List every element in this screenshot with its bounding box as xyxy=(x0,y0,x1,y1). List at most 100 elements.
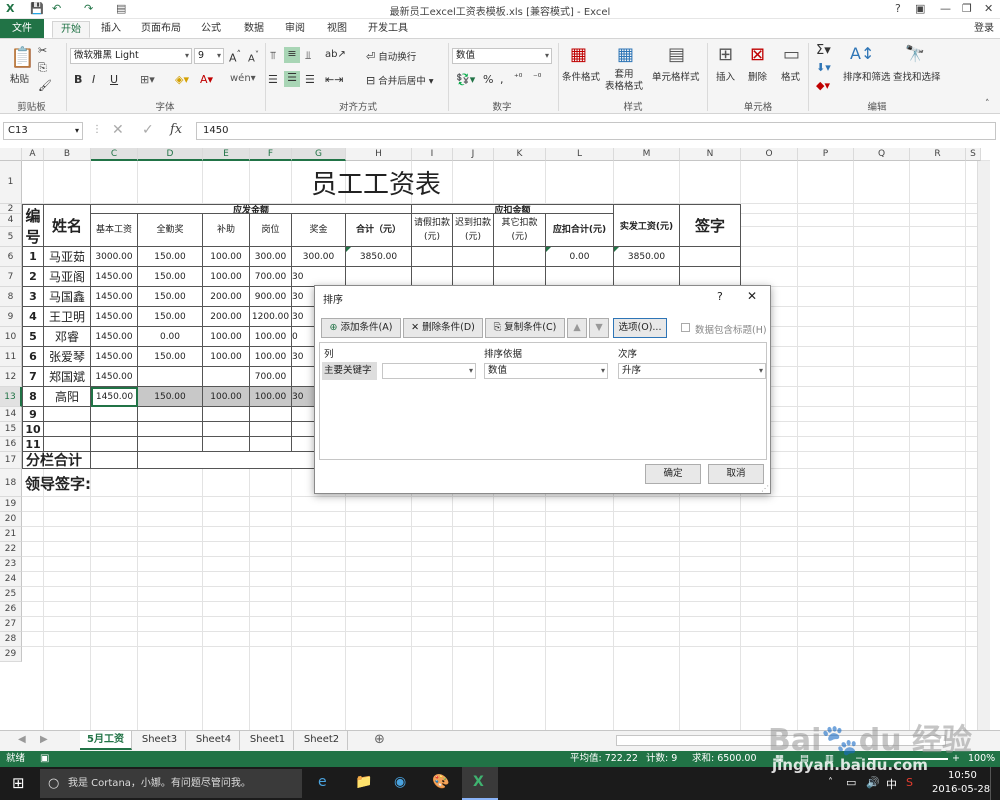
sort-column-select[interactable]: ▾ xyxy=(382,363,476,379)
subtotal-cell[interactable] xyxy=(91,452,138,469)
row-header-2[interactable]: 2 xyxy=(0,204,22,214)
cortana-search-box[interactable]: ○ 我是 Cortana，小娜。有问题尽管问我。 xyxy=(40,769,302,798)
data-cell[interactable]: 300.00 xyxy=(292,247,346,267)
data-cell[interactable]: 1450.00 xyxy=(91,267,138,287)
row-header-20[interactable]: 20 xyxy=(0,512,22,527)
subheader-4[interactable]: 奖金 xyxy=(292,214,346,247)
data-cell[interactable]: 100.00 xyxy=(203,247,250,267)
employee-name[interactable] xyxy=(44,407,91,422)
employee-id[interactable]: 7 xyxy=(22,367,44,387)
row-header-18[interactable]: 18 xyxy=(0,469,22,497)
format-table-icon[interactable]: ▦ xyxy=(617,44,634,65)
data-cell[interactable] xyxy=(250,422,292,437)
conditional-format-button[interactable]: 条件格式 xyxy=(562,69,600,83)
data-cell[interactable]: 1450.00 xyxy=(91,387,138,407)
dialog-help-button[interactable]: ? xyxy=(717,290,723,303)
save-icon[interactable]: 💾 xyxy=(30,2,44,15)
data-cell[interactable]: 200.00 xyxy=(203,287,250,307)
fill-color-icon[interactable]: ◈▾ xyxy=(175,73,189,86)
paste-icon[interactable]: 📋 xyxy=(10,45,35,69)
delete-level-button[interactable]: ✕ 删除条件(D) xyxy=(403,318,483,338)
align-bottom-icon[interactable]: ⫫ xyxy=(305,49,311,63)
column-header-s[interactable]: S xyxy=(966,148,981,161)
options-button[interactable]: 选项(O)... xyxy=(613,318,667,338)
row-header-8[interactable]: 8 xyxy=(0,287,22,307)
subheader-0[interactable]: 基本工资 xyxy=(91,214,138,247)
taskbar-excel[interactable]: X xyxy=(462,767,498,800)
subheader-2[interactable]: 补助 xyxy=(203,214,250,247)
employee-id[interactable]: 3 xyxy=(22,287,44,307)
subheader-3[interactable]: 岗位 xyxy=(250,214,292,247)
macro-record-icon[interactable]: ▣ xyxy=(40,751,49,767)
data-cell[interactable] xyxy=(138,437,203,452)
data-cell[interactable] xyxy=(138,407,203,422)
clear-icon[interactable]: ◆▾ xyxy=(816,79,830,92)
resize-grip-icon[interactable]: ⋰ xyxy=(761,484,769,493)
employee-id[interactable]: 10 xyxy=(22,422,44,437)
tab-file[interactable]: 文件 xyxy=(0,19,44,38)
shrink-font-icon[interactable]: A˅ xyxy=(248,49,259,64)
sheet-tab-sheet2[interactable]: Sheet2 xyxy=(296,731,348,750)
data-cell[interactable] xyxy=(203,422,250,437)
tab-home[interactable]: 开始 xyxy=(52,21,90,38)
copy-icon[interactable]: ⎘ xyxy=(38,61,47,75)
insert-function-icon[interactable]: fx xyxy=(170,122,182,137)
restore-button[interactable]: ❐ xyxy=(962,2,972,15)
data-cell[interactable]: 700.00 xyxy=(250,367,292,387)
collapse-ribbon-icon[interactable]: ˄ xyxy=(985,99,990,109)
ribbon-display-icon[interactable]: ▣ xyxy=(915,2,925,15)
data-cell[interactable]: 1450.00 xyxy=(91,367,138,387)
row-header-25[interactable]: 25 xyxy=(0,587,22,602)
row-header-22[interactable]: 22 xyxy=(0,542,22,557)
data-cell[interactable] xyxy=(203,367,250,387)
redo-icon[interactable]: ↷ xyxy=(84,2,93,15)
data-cell[interactable] xyxy=(138,367,203,387)
data-cell[interactable]: 100.00 xyxy=(203,267,250,287)
data-cell[interactable] xyxy=(494,267,546,287)
employee-name[interactable]: 马国鑫 xyxy=(44,287,91,307)
column-header-m[interactable]: M xyxy=(614,148,680,161)
decrease-decimal-icon[interactable]: ⁻⁰ xyxy=(533,73,541,83)
row-header-14[interactable]: 14 xyxy=(0,407,22,422)
network-icon[interactable]: ▭ xyxy=(846,776,856,789)
windows-start-icon[interactable]: ⊞ xyxy=(12,774,25,792)
undo-icon[interactable]: ↶ xyxy=(52,2,61,15)
data-cell[interactable]: 150.00 xyxy=(138,287,203,307)
data-cell[interactable]: 30 xyxy=(292,267,346,287)
data-cell[interactable]: 1450.00 xyxy=(91,327,138,347)
sheet-tab-sheet1[interactable]: Sheet1 xyxy=(242,731,294,750)
data-cell[interactable] xyxy=(203,437,250,452)
tray-chevron-icon[interactable]: ˄ xyxy=(828,777,833,788)
row-header-4[interactable]: 4 xyxy=(0,214,22,227)
column-header-a[interactable]: A xyxy=(22,148,44,161)
login-link[interactable]: 登录 xyxy=(970,21,998,38)
employee-name[interactable]: 邓睿 xyxy=(44,327,91,347)
tab-view[interactable]: 视图 xyxy=(320,21,354,38)
column-header-c[interactable]: C xyxy=(91,148,138,161)
header-net-pay[interactable]: 实发工资(元) xyxy=(614,204,680,247)
sheet-title[interactable]: 员工工资表 xyxy=(91,161,680,204)
employee-name[interactable] xyxy=(44,437,91,452)
tab-insert[interactable]: 插入 xyxy=(94,21,128,38)
data-cell[interactable] xyxy=(91,407,138,422)
align-left-icon[interactable]: ☰ xyxy=(268,73,278,86)
data-cell[interactable]: 150.00 xyxy=(138,247,203,267)
sheet-tab-may-salary[interactable]: 5月工资 xyxy=(80,731,132,750)
close-button[interactable]: ✕ xyxy=(984,2,993,15)
signature-cell[interactable] xyxy=(680,247,741,267)
move-down-button[interactable]: ▼ xyxy=(589,318,609,338)
phonetic-icon[interactable]: wén▾ xyxy=(230,73,256,84)
subtotal-label[interactable]: 分栏合计 xyxy=(22,452,91,469)
increase-decimal-icon[interactable]: ⁺⁰ xyxy=(514,73,522,83)
ime-indicator[interactable]: 中 xyxy=(886,776,897,792)
percent-icon[interactable]: % xyxy=(483,73,493,86)
borders-icon[interactable]: ⊞▾ xyxy=(140,73,155,86)
clock-time[interactable]: 10:50 xyxy=(948,770,977,781)
prev-sheet-icon[interactable]: ◀ xyxy=(18,734,26,745)
column-header-d[interactable]: D xyxy=(138,148,203,161)
data-cell[interactable]: 200.00 xyxy=(203,307,250,327)
row-header-13[interactable]: 13 xyxy=(0,387,22,407)
help-button[interactable]: ? xyxy=(895,2,901,15)
row-header-6[interactable]: 6 xyxy=(0,247,22,267)
signature-cell[interactable] xyxy=(680,267,741,287)
